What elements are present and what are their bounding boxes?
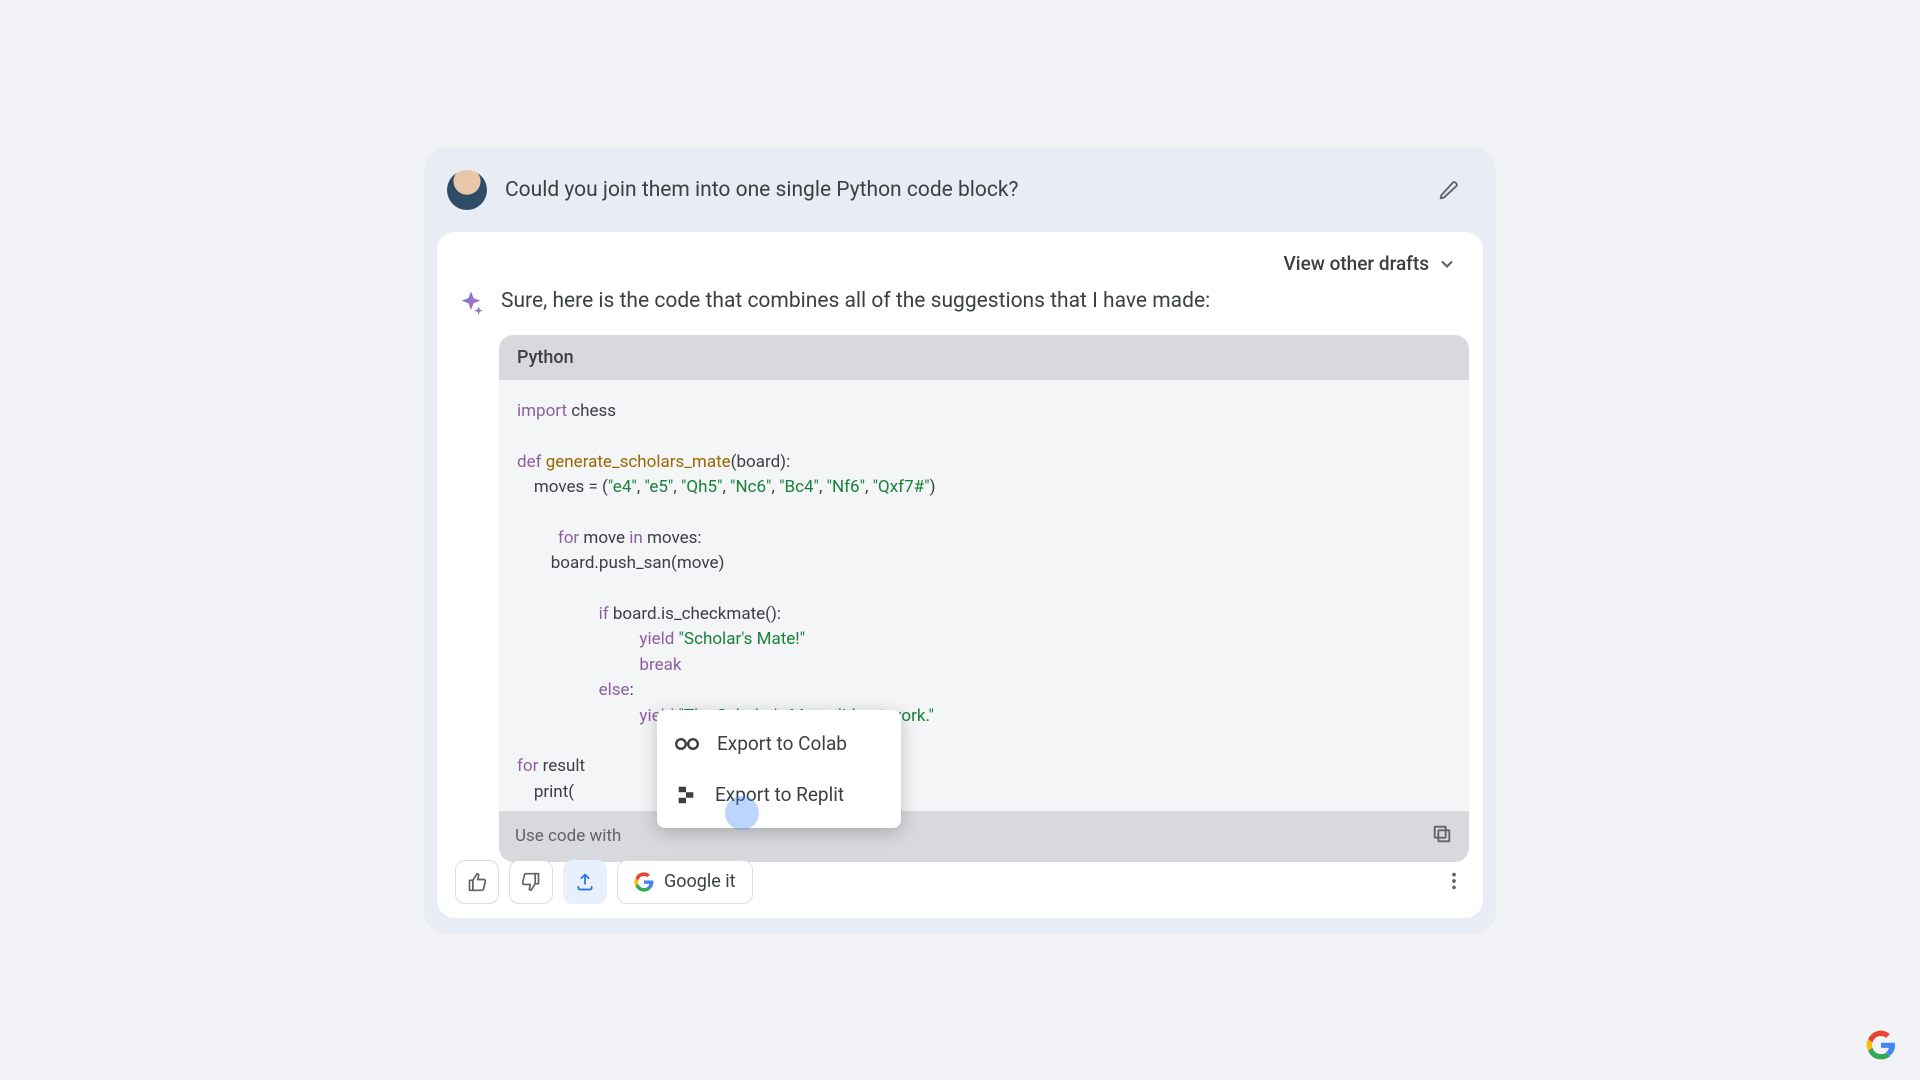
response-actions: Google it [455,860,753,904]
code-language-label: Python [499,335,1469,380]
thumbs-up-button[interactable] [455,860,499,904]
code-block: Python import chess def generate_scholar… [499,335,1469,861]
replit-icon [675,784,697,806]
google-logo-badge [1866,1030,1896,1060]
google-it-button[interactable]: Google it [617,860,753,904]
user-turn: Could you join them into one single Pyth… [425,148,1495,232]
thumbs-down-icon [521,872,541,892]
assistant-intro: Sure, here is the code that combines all… [501,287,1210,316]
more-options-button[interactable] [1443,870,1465,896]
code-footer: Use code with [499,811,1469,862]
user-prompt: Could you join them into one single Pyth… [505,178,1417,202]
thumbs-down-button[interactable] [509,860,553,904]
upload-icon [575,872,595,892]
chevron-down-icon [1437,254,1457,274]
google-g-icon [634,872,654,892]
export-colab-label: Export to Colab [717,732,847,755]
thumbs-up-icon [467,872,487,892]
code-content: import chess def generate_scholars_mate(… [499,380,1469,810]
google-it-label: Google it [664,871,736,892]
view-drafts-button[interactable]: View other drafts [451,248,1469,285]
pencil-icon [1438,179,1460,201]
export-menu: Export to Colab Export to Replit [657,710,901,828]
more-vert-icon [1443,870,1465,892]
copy-icon [1431,823,1453,845]
assistant-turn: View other drafts Sure, here is the code… [437,232,1483,917]
export-to-replit[interactable]: Export to Replit [657,769,901,820]
view-drafts-label: View other drafts [1283,252,1429,275]
export-to-colab[interactable]: Export to Colab [657,718,901,769]
assistant-row: Sure, here is the code that combines all… [451,285,1469,317]
share-export-button[interactable] [563,860,607,904]
user-avatar [447,170,487,210]
code-caution-label: Use code with [515,826,621,846]
edit-prompt-button[interactable] [1435,176,1463,204]
bard-sparkle-icon [457,289,485,317]
export-replit-label: Export to Replit [715,783,844,806]
chat-card: Could you join them into one single Pyth… [425,148,1495,931]
colab-icon [675,735,699,753]
copy-code-button[interactable] [1431,823,1453,850]
